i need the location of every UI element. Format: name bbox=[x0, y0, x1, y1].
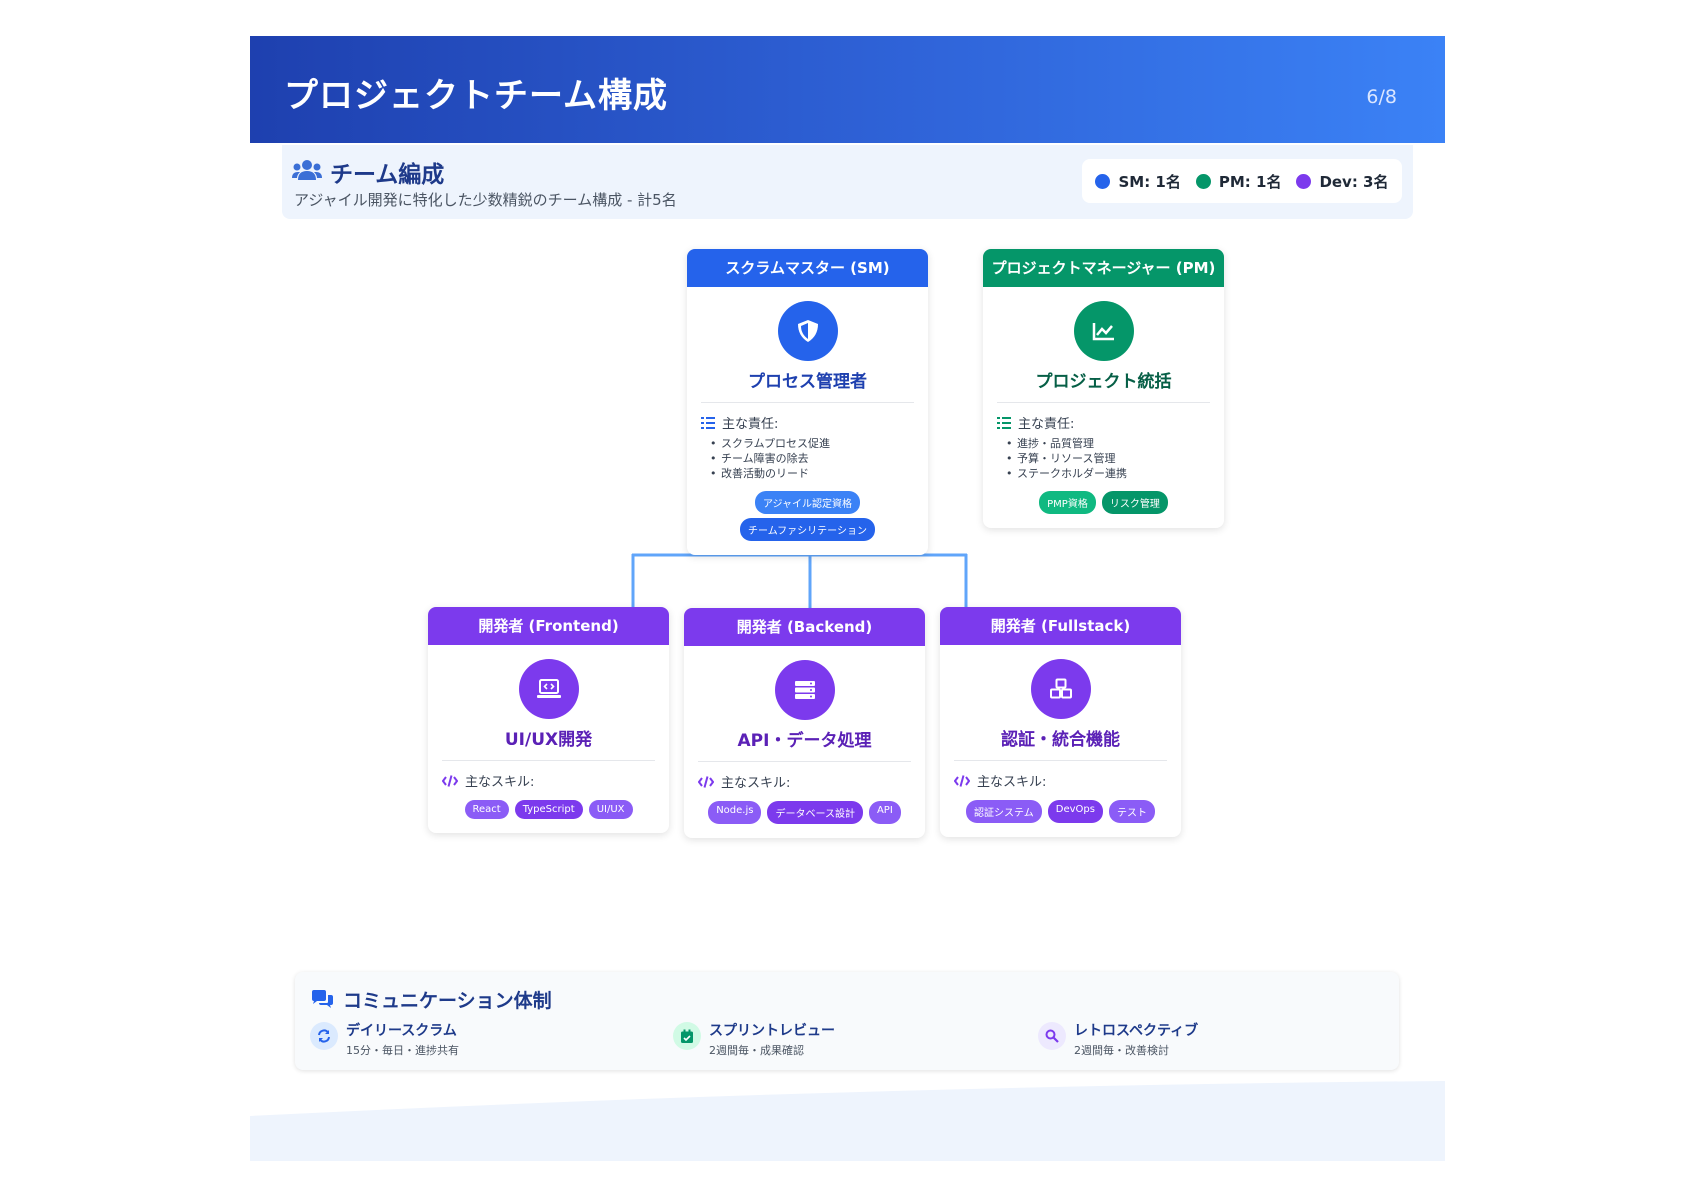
divider bbox=[698, 761, 911, 762]
responsibility-list: 進捗・品質管理 予算・リソース管理 ステークホルダー連携 bbox=[983, 436, 1224, 481]
meeting-name: デイリースクラム bbox=[346, 1023, 457, 1039]
list-icon bbox=[997, 416, 1011, 429]
meeting-daily-scrum: デイリースクラム 15分・毎日・進捗共有 bbox=[310, 1020, 459, 1058]
card-header: 開発者 (Frontend) bbox=[428, 607, 669, 645]
list-icon bbox=[701, 416, 715, 429]
card-scrum-master: スクラムマスター (SM) プロセス管理者 主な責任: スクラムプロセス促進 チ… bbox=[687, 249, 928, 555]
card-header: 開発者 (Backend) bbox=[684, 608, 925, 646]
card-project-manager: プロジェクトマネージャー (PM) プロジェクト統括 主な責任: 進捗・品質管理… bbox=[983, 249, 1224, 528]
tag-list: 認証システム DevOps テスト bbox=[950, 800, 1171, 823]
tag: DevOps bbox=[1047, 800, 1103, 823]
list-item: チーム障害の除去 bbox=[710, 451, 928, 466]
card-developer-backend: 開発者 (Backend) API・データ処理 主なスキル: Node.js デ… bbox=[684, 608, 925, 838]
tag: PMP資格 bbox=[1039, 491, 1096, 514]
divider bbox=[954, 760, 1167, 761]
card-header: スクラムマスター (SM) bbox=[687, 249, 928, 287]
communication-panel: コミュニケーション体制 デイリースクラム 15分・毎日・進捗共有 スプリントレビ… bbox=[295, 972, 1399, 1070]
tag: 認証システム bbox=[966, 800, 1042, 823]
laptop-code-icon bbox=[518, 659, 579, 719]
responsibility-list: スクラムプロセス促進 チーム障害の除去 改善活動のリード bbox=[687, 436, 928, 481]
tag: TypeScript bbox=[514, 800, 583, 819]
code-icon bbox=[954, 774, 970, 787]
communication-title: コミュニケーション体制 bbox=[343, 990, 552, 1012]
tag: Node.js bbox=[708, 801, 762, 824]
chart-line-icon bbox=[1073, 301, 1134, 361]
meeting-retrospective: レトロスペクティブ 2週間毎・改善検討 bbox=[1038, 1020, 1198, 1058]
card-developer-frontend: 開発者 (Frontend) UI/UX開発 主なスキル: React Type… bbox=[428, 607, 669, 833]
tag: データベース設計 bbox=[767, 801, 863, 824]
skill-label: 主なスキル: bbox=[442, 771, 669, 790]
skill-label: 主なスキル: bbox=[954, 771, 1181, 790]
divider bbox=[701, 402, 914, 403]
comments-icon bbox=[312, 990, 333, 1008]
list-item: 改善活動のリード bbox=[710, 466, 928, 481]
footer-wave bbox=[250, 1081, 1445, 1161]
meeting-desc: 15分・毎日・進捗共有 bbox=[346, 1044, 459, 1057]
tag-list: React TypeScript UI/UX bbox=[438, 800, 659, 819]
responsibility-label: 主な責任: bbox=[997, 413, 1224, 432]
code-icon bbox=[698, 775, 714, 788]
meeting-desc: 2週間毎・改善検討 bbox=[1074, 1044, 1169, 1057]
calendar-check-icon bbox=[673, 1022, 701, 1050]
tag-list: PMP資格 リスク管理 bbox=[993, 491, 1214, 514]
role-title: プロセス管理者 bbox=[748, 372, 867, 392]
meeting-name: レトロスペクティブ bbox=[1074, 1023, 1199, 1039]
server-icon bbox=[774, 660, 835, 720]
sync-icon bbox=[310, 1022, 338, 1050]
tag: リスク管理 bbox=[1101, 491, 1168, 514]
search-icon bbox=[1038, 1022, 1066, 1050]
tag: React bbox=[464, 800, 509, 819]
tag-list: Node.js データベース設計 API bbox=[694, 801, 915, 824]
slide: プロジェクトチーム構成 6/8 チーム編成 アジャイル開発に特化した少数精鋭のチ… bbox=[250, 36, 1445, 1161]
meeting-name: スプリントレビュー bbox=[709, 1023, 835, 1039]
responsibility-label: 主な責任: bbox=[701, 413, 928, 432]
role-title: API・データ処理 bbox=[737, 731, 872, 751]
meeting-sprint-review: スプリントレビュー 2週間毎・成果確認 bbox=[673, 1020, 835, 1058]
shield-icon bbox=[777, 301, 838, 361]
meeting-desc: 2週間毎・成果確認 bbox=[709, 1044, 804, 1057]
skill-label: 主なスキル: bbox=[698, 772, 925, 791]
tag-list: アジャイル認定資格 チームファシリテーション bbox=[697, 491, 918, 541]
role-title: プロジェクト統括 bbox=[1035, 372, 1172, 392]
card-header: プロジェクトマネージャー (PM) bbox=[983, 249, 1224, 287]
list-item: スクラムプロセス促進 bbox=[710, 436, 928, 451]
list-item: 予算・リソース管理 bbox=[1006, 451, 1224, 466]
tag: テスト bbox=[1108, 800, 1155, 823]
divider bbox=[442, 760, 655, 761]
tag: チームファシリテーション bbox=[740, 518, 875, 541]
role-title: 認証・統合機能 bbox=[1001, 730, 1120, 750]
cubes-icon bbox=[1030, 659, 1091, 719]
list-item: 進捗・品質管理 bbox=[1006, 436, 1224, 451]
tag: API bbox=[868, 801, 901, 824]
list-item: ステークホルダー連携 bbox=[1006, 466, 1224, 481]
card-developer-fullstack: 開発者 (Fullstack) 認証・統合機能 主なスキル: 認証システム De… bbox=[940, 607, 1181, 837]
code-icon bbox=[442, 774, 458, 787]
tag: アジャイル認定資格 bbox=[754, 491, 861, 514]
divider bbox=[997, 402, 1210, 403]
card-header: 開発者 (Fullstack) bbox=[940, 607, 1181, 645]
role-title: UI/UX開発 bbox=[504, 730, 593, 750]
tag: UI/UX bbox=[588, 800, 633, 819]
